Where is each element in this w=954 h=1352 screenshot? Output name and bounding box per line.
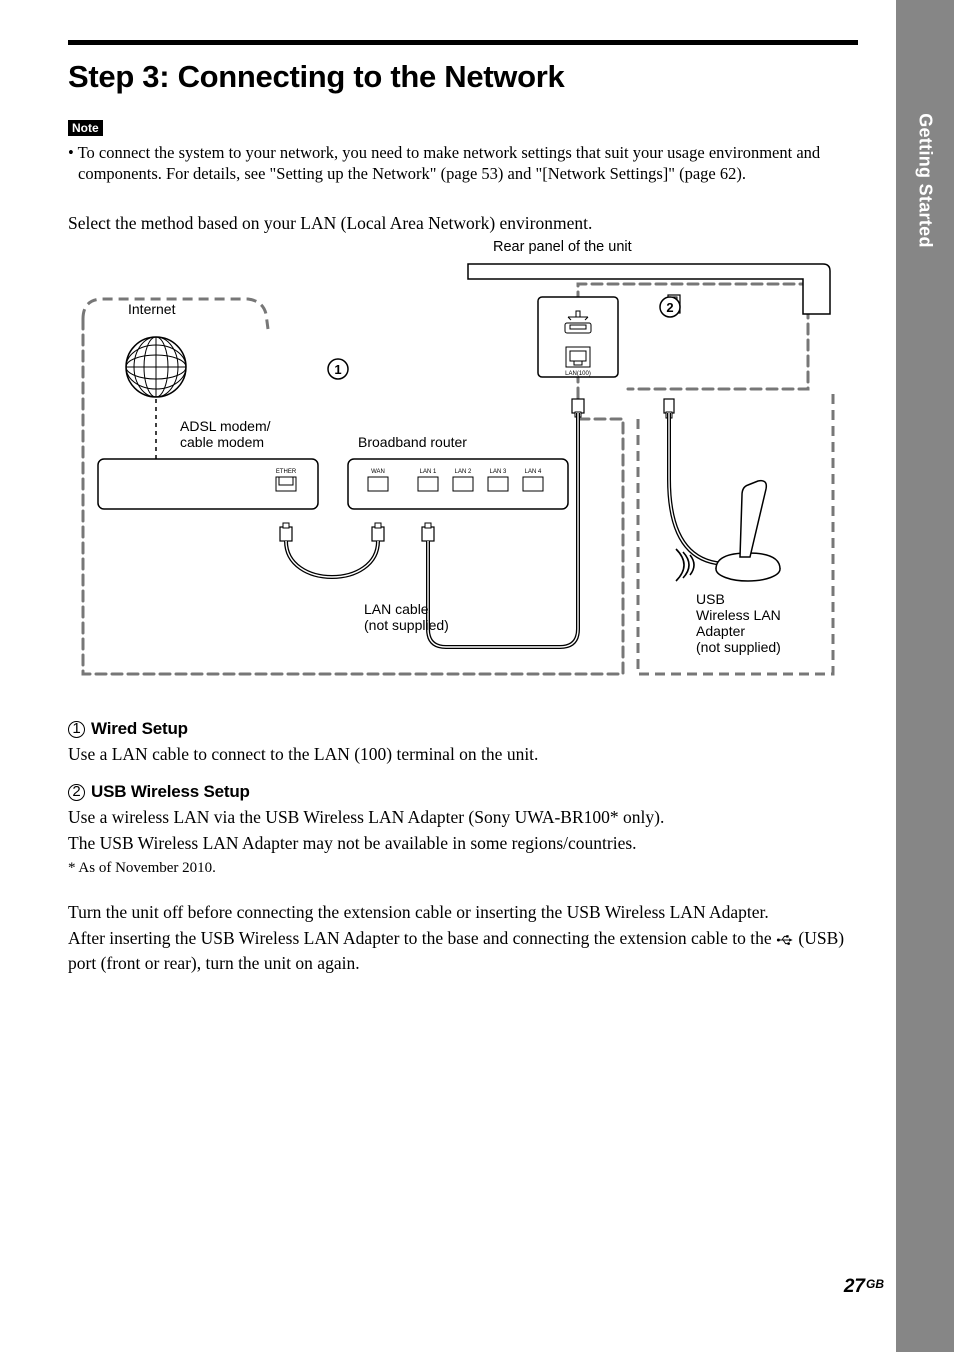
page-title: Step 3: Connecting to the Network <box>68 59 858 95</box>
callout-1: 1 <box>328 359 348 379</box>
page-number: 27GB <box>844 1276 884 1298</box>
usb-label-4: (not supplied) <box>696 639 781 655</box>
circled-one: 1 <box>68 721 85 738</box>
usb-line1: Use a wireless LAN via the USB Wireless … <box>68 806 858 829</box>
svg-text:LAN 4: LAN 4 <box>525 469 542 475</box>
svg-text:LAN 2: LAN 2 <box>455 469 472 475</box>
modem-box: ETHER <box>98 459 318 509</box>
wired-setup-block: 1 Wired Setup Use a LAN cable to connect … <box>68 719 858 766</box>
rear-panel: LAN(100) <box>468 264 830 377</box>
wired-heading: 1 Wired Setup <box>68 719 858 739</box>
globe-icon <box>126 337 186 397</box>
router-label: Broadband router <box>358 434 467 450</box>
usb-icon <box>776 932 794 949</box>
svg-text:1: 1 <box>334 362 341 377</box>
diagram: Rear panel of the unit <box>68 239 858 689</box>
modem-label-1: ADSL modem/ <box>180 418 271 434</box>
usb-title: USB Wireless Setup <box>91 782 250 801</box>
modem-label-2: cable modem <box>180 434 264 450</box>
svg-text:WAN: WAN <box>371 469 385 475</box>
rj45-plug <box>280 523 292 541</box>
wired-title: Wired Setup <box>91 719 188 738</box>
side-tab-label: Getting Started <box>915 113 936 248</box>
page-content: Step 3: Connecting to the Network Note •… <box>68 40 858 979</box>
side-tab: Getting Started <box>896 0 954 1352</box>
svg-text:2: 2 <box>666 300 673 315</box>
lan-cable-label-1: LAN cable <box>364 601 429 617</box>
rj45-plug <box>422 523 434 541</box>
svg-text:LAN 1: LAN 1 <box>420 469 437 475</box>
svg-text:LAN 3: LAN 3 <box>490 469 507 475</box>
tail-para-1: Turn the unit off before connecting the … <box>68 901 858 924</box>
internet-label: Internet <box>128 301 176 317</box>
usb-setup-block: 2 USB Wireless Setup Use a wireless LAN v… <box>68 782 858 879</box>
callout-2: 2 <box>660 297 680 317</box>
page-num-value: 27 <box>844 1276 865 1297</box>
usb-heading: 2 USB Wireless Setup <box>68 782 858 802</box>
usb-footnote: * As of November 2010. <box>68 859 858 879</box>
usb-label-1: USB <box>696 591 725 607</box>
intro-text: Select the method based on your LAN (Loc… <box>68 212 858 235</box>
note-text: • To connect the system to your network,… <box>68 142 858 184</box>
usb-label-3: Adapter <box>696 623 745 639</box>
rj45-plug <box>372 523 384 541</box>
tail2a: After inserting the USB Wireless LAN Ada… <box>68 928 776 948</box>
page-region: GB <box>866 1277 884 1291</box>
connection-diagram: LAN(100) 1 2 Internet <box>68 259 848 689</box>
usb-label-2: Wireless LAN <box>696 607 781 623</box>
tail-para-2: After inserting the USB Wireless LAN Ada… <box>68 927 858 975</box>
usb-line2: The USB Wireless LAN Adapter may not be … <box>68 832 858 855</box>
heading-rule <box>68 40 858 45</box>
lan100-label: LAN(100) <box>565 371 591 377</box>
svg-text:ETHER: ETHER <box>276 469 297 475</box>
usb-wlan-adapter <box>716 481 780 581</box>
lan-cable-label-2: (not supplied) <box>364 617 449 633</box>
wired-text: Use a LAN cable to connect to the LAN (1… <box>68 743 858 766</box>
router-box: WAN LAN 1 LAN 2 LAN 3 LAN 4 <box>348 459 568 509</box>
circled-two: 2 <box>68 784 85 801</box>
note-label: Note <box>68 120 103 136</box>
diagram-top-caption: Rear panel of the unit <box>493 239 858 255</box>
